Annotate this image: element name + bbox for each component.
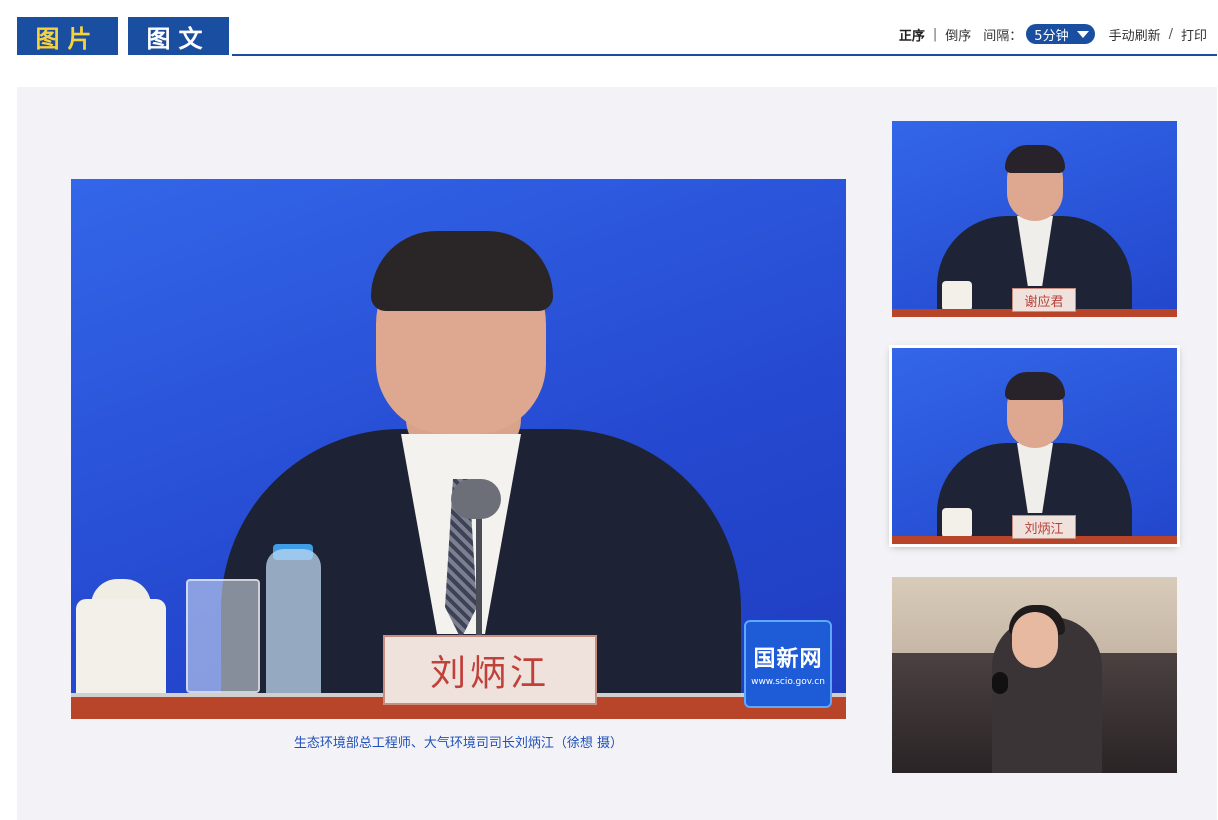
order-ascending-button[interactable]: 正序	[899, 25, 925, 44]
tab-pictures[interactable]: 图片	[17, 17, 118, 55]
interval-label: 间隔：	[983, 28, 1023, 44]
speaker-hair	[371, 231, 553, 311]
main-photo: 刘炳江 国新网 www.scio.gov.cn	[71, 179, 846, 719]
thumbnail-3[interactable]	[892, 577, 1177, 773]
logo-url: www.scio.gov.cn	[751, 677, 825, 687]
tab-graphic-text[interactable]: 图文	[128, 17, 229, 55]
tea-cup	[76, 599, 166, 699]
thumbnail-1[interactable]: 谢应君	[892, 121, 1177, 317]
manual-refresh-button[interactable]: 手动刷新	[1109, 25, 1161, 44]
print-button[interactable]: 打印	[1181, 25, 1207, 44]
microphone-icon	[451, 479, 501, 519]
water-bottle	[266, 549, 321, 699]
photo-caption: 生态环境部总工程师、大气环境司司长刘炳江（徐想 摄）	[293, 736, 624, 751]
water-glass	[186, 579, 260, 693]
order-descending-button[interactable]: 倒序	[945, 25, 971, 44]
tab-bar: 图片 图文 正序 | 倒序 间隔： 5分钟 手动刷新 / 打印	[17, 17, 1217, 57]
divider: |	[932, 26, 938, 42]
nameplate: 刘炳江	[383, 635, 597, 705]
thumb-nameplate: 谢应君	[1012, 288, 1076, 312]
live-controls: 正序 | 倒序 间隔： 5分钟 手动刷新 / 打印	[899, 24, 1207, 44]
thumb-cup	[942, 281, 972, 311]
photo-panel: 刘炳江 国新网 www.scio.gov.cn 生态环境部总工程师、大气环境司司…	[17, 87, 1217, 820]
thumb-hair	[1005, 372, 1065, 400]
interval-select[interactable]: 5分钟	[1026, 24, 1095, 44]
scio-logo: 国新网 www.scio.gov.cn	[744, 620, 832, 708]
caret-down-icon	[1076, 30, 1089, 38]
thumb-face	[1012, 612, 1058, 668]
divider: /	[1168, 26, 1173, 42]
interval-value: 5分钟	[1034, 28, 1069, 44]
microphone-icon	[992, 672, 1008, 694]
logo-text: 国新网	[753, 647, 823, 672]
thumb-hair	[1005, 145, 1065, 173]
thumbnail-2[interactable]: 刘炳江	[892, 348, 1177, 544]
thumb-cup	[942, 508, 972, 538]
tab-underline	[232, 54, 1217, 56]
thumb-nameplate: 刘炳江	[1012, 515, 1076, 539]
